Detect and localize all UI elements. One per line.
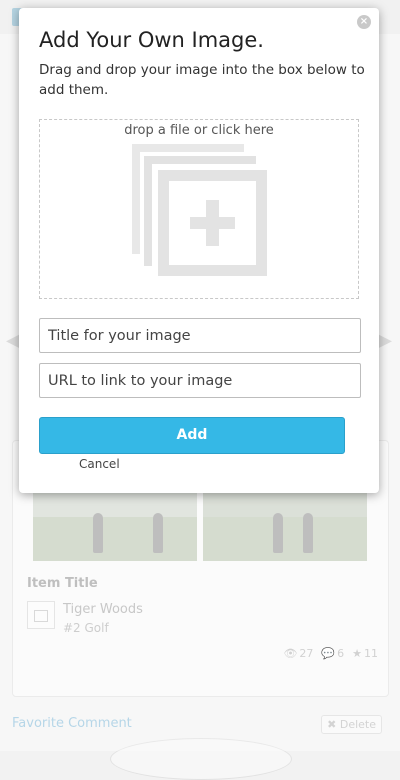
add-image-modal: × Add Your Own Image. Drag and drop your… — [19, 8, 379, 493]
close-button[interactable]: × — [357, 15, 371, 29]
modal-title: Add Your Own Image. — [39, 28, 264, 52]
image-title-input[interactable] — [39, 318, 361, 353]
modal-description: Drag and drop your image into the box be… — [39, 62, 365, 98]
add-button[interactable]: Add — [39, 417, 345, 454]
image-dropzone[interactable]: drop a file or click here — [39, 119, 359, 299]
image-url-input[interactable] — [39, 363, 361, 398]
dropzone-label: drop a file or click here — [124, 123, 274, 138]
add-image-icon — [132, 144, 267, 276]
cancel-link[interactable]: Cancel — [79, 457, 120, 471]
